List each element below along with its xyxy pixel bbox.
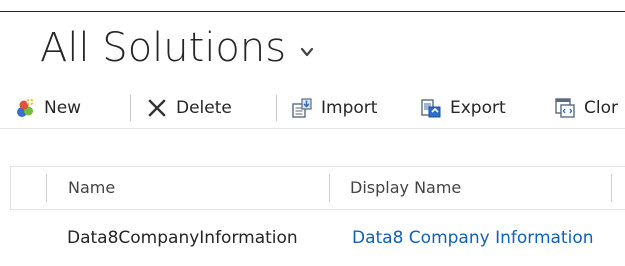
- page-title[interactable]: All Solutions: [40, 22, 286, 74]
- toolbar-separator: [130, 95, 131, 121]
- clone-icon: [555, 98, 575, 118]
- view-selector[interactable]: All Solutions: [40, 22, 314, 74]
- import-button[interactable]: Import: [291, 92, 377, 124]
- export-button[interactable]: Export: [420, 92, 506, 124]
- column-resize-handle[interactable]: [46, 174, 47, 202]
- solution-display-name-link[interactable]: Data8 Company Information: [352, 211, 594, 266]
- export-button-label: Export: [450, 98, 506, 118]
- top-divider: [0, 11, 625, 12]
- new-button[interactable]: New: [14, 92, 81, 124]
- toolbar-separator: [276, 95, 277, 121]
- command-bar: New Delete Import Export Clor: [0, 88, 625, 128]
- column-header-display-name[interactable]: Display Name: [350, 167, 461, 209]
- delete-button[interactable]: Delete: [146, 92, 232, 124]
- table-row[interactable]: Data8CompanyInformation Data8 Company In…: [10, 211, 625, 266]
- chevron-down-icon[interactable]: [300, 46, 314, 58]
- column-header-name[interactable]: Name: [68, 167, 115, 209]
- export-icon: [421, 99, 441, 118]
- import-button-label: Import: [321, 98, 378, 118]
- clone-button[interactable]: Clor: [554, 92, 618, 124]
- column-resize-handle[interactable]: [611, 174, 612, 202]
- new-solution-icon: [17, 98, 34, 117]
- clone-button-label: Clor: [584, 98, 618, 118]
- toolbar-divider: [0, 128, 625, 129]
- import-icon: [292, 98, 312, 118]
- column-resize-handle[interactable]: [329, 174, 330, 202]
- close-icon: [148, 99, 166, 117]
- delete-button-label: Delete: [176, 98, 232, 118]
- grid-header: Name Display Name: [10, 166, 625, 210]
- solution-name-cell[interactable]: Data8CompanyInformation: [67, 211, 298, 266]
- new-button-label: New: [44, 98, 82, 118]
